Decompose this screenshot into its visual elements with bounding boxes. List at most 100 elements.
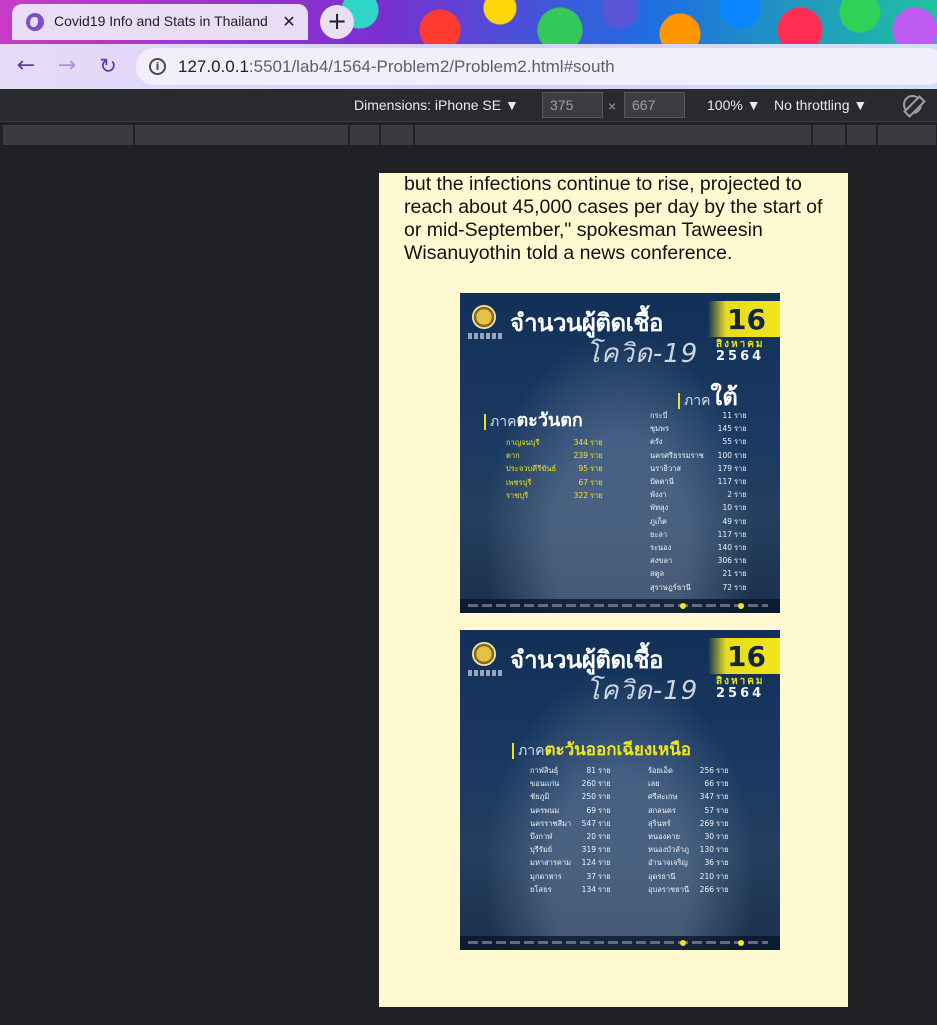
- media-query-bar[interactable]: [381, 125, 414, 145]
- province-name: มุกดาหาร: [530, 871, 562, 881]
- province-row: สุรินทร์ 269 ราย: [648, 817, 736, 830]
- northeast-province-list-1: กาฬสินธุ์ 81 ราย ขอนแก่น 260 ราย ชัยภูมิ 250 ราย…: [530, 764, 618, 896]
- province-row: บึงกาฬ 20 ราย: [530, 830, 618, 843]
- dimension-times-sign: ×: [608, 98, 617, 114]
- case-count: 55: [722, 437, 732, 447]
- region-name: ตะวันออกเฉียงเหนือ: [544, 740, 692, 760]
- province-row: มหาสารคาม 124 ราย: [530, 856, 618, 869]
- province-row: ประจวบคีรีขันธ์ 95 ราย: [506, 462, 604, 475]
- province-name: บุรีรัมย์: [530, 845, 553, 855]
- case-count: 11: [722, 411, 732, 420]
- media-query-bar[interactable]: [847, 125, 877, 145]
- case-count: 319: [581, 845, 596, 855]
- case-unit: ราย: [598, 858, 611, 868]
- case-unit: ราย: [716, 779, 729, 789]
- media-query-bar[interactable]: [3, 125, 134, 145]
- throttling-dropdown[interactable]: No throttling ▼: [774, 97, 867, 113]
- case-unit: ราย: [716, 871, 729, 881]
- device-dimensions-dropdown[interactable]: Dimensions: iPhone SE ▼: [354, 97, 519, 113]
- media-query-ruler: [0, 123, 937, 147]
- province-row: หนองบัวลำภู 130 ราย: [648, 843, 736, 856]
- new-tab-button[interactable]: +: [320, 5, 354, 39]
- case-count: 250: [581, 792, 596, 802]
- province-name: เลย: [648, 779, 660, 789]
- province-name: ขอนแก่น: [530, 779, 560, 789]
- case-count: 322: [573, 490, 588, 500]
- date-badge: 16: [708, 301, 780, 337]
- date-year: 2564: [716, 686, 765, 701]
- province-row: ยโสธร 134 ราย: [530, 883, 618, 896]
- province-row: มุกดาหาร 37 ราย: [530, 870, 618, 883]
- media-query-bar[interactable]: [415, 125, 812, 145]
- case-unit: ราย: [734, 450, 747, 460]
- reload-icon[interactable]: ↻: [94, 53, 122, 81]
- case-count: 117: [717, 477, 732, 487]
- device-height-input[interactable]: 667: [624, 92, 685, 118]
- case-unit: ราย: [598, 805, 611, 815]
- media-query-bar[interactable]: [878, 125, 937, 145]
- case-unit: ราย: [734, 411, 747, 420]
- media-query-bar[interactable]: [813, 125, 846, 145]
- province-name: สุรินทร์: [648, 818, 671, 828]
- rotate-icon[interactable]: [903, 95, 922, 114]
- case-unit: ราย: [590, 438, 603, 447]
- case-unit: ราย: [734, 556, 747, 566]
- case-count: 179: [717, 463, 732, 473]
- address-bar[interactable]: i 127.0.0.1:5501/lab4/1564-Problem2/Prob…: [136, 48, 937, 85]
- close-tab-icon[interactable]: ✕: [278, 11, 300, 33]
- province-name: อุบลราชธานี: [648, 884, 690, 894]
- browser-tab-active[interactable]: Covid19 Info and Stats in Thailand ✕: [12, 4, 308, 40]
- case-unit: ราย: [590, 490, 603, 500]
- region-prefix: ภาค: [678, 393, 711, 409]
- case-count: 81: [586, 766, 596, 775]
- infographic-subtitle: โควิด-19: [586, 676, 699, 706]
- province-name: ตรัง: [650, 437, 663, 447]
- province-name: อุดรธานี: [648, 871, 676, 881]
- ministry-seal-icon: [472, 305, 496, 329]
- url-text[interactable]: 127.0.0.1:5501/lab4/1564-Problem2/Proble…: [178, 57, 615, 77]
- case-unit: ราย: [598, 871, 611, 881]
- case-count: 30: [704, 832, 714, 842]
- province-name: กาญจนบุรี: [506, 438, 540, 447]
- province-name: ชุมพร: [650, 424, 670, 434]
- date-day: 16: [727, 640, 766, 673]
- province-row: อำนาจเจริญ 36 ราย: [648, 856, 736, 869]
- province-name: ร้อยเอ็ด: [648, 766, 673, 775]
- province-name: สุราษฎร์ธานี: [650, 582, 691, 592]
- browser-tab-strip: Covid19 Info and Stats in Thailand ✕ +: [0, 0, 937, 44]
- device-viewport: but the infections continue to rise, pro…: [379, 173, 848, 1007]
- forward-arrow-icon[interactable]: →: [53, 53, 81, 81]
- media-query-bar[interactable]: [350, 125, 380, 145]
- region-heading-northeast: ภาคตะวันออกเฉียงเหนือ: [512, 736, 691, 763]
- case-unit: ราย: [598, 818, 611, 828]
- case-count: 117: [717, 529, 732, 539]
- ministry-seal-icon: [472, 642, 496, 666]
- province-name: หนองบัวลำภู: [648, 845, 689, 855]
- zoom-dropdown[interactable]: 100% ▼: [707, 97, 761, 113]
- device-width-input[interactable]: 375: [542, 92, 603, 118]
- globe-favicon-icon: [26, 13, 44, 31]
- tab-title: Covid19 Info and Stats in Thailand: [54, 13, 268, 29]
- northeast-province-list-2: ร้อยเอ็ด 256 ราย เลย 66 ราย ศรีสะเกษ 347 ราย สกลน…: [648, 764, 736, 896]
- footer-dot-icon: [680, 940, 686, 946]
- case-count: 269: [699, 818, 714, 828]
- province-name: สตูล: [650, 569, 665, 579]
- case-unit: ราย: [734, 463, 747, 473]
- west-province-list: กาญจนบุรี 344 ราย ตาก 239 ราย ประจวบคีรีขันธ์ 9…: [506, 436, 604, 502]
- province-name: นราธิวาส: [650, 463, 681, 473]
- province-name: นครราชสีมา: [530, 818, 572, 828]
- province-row: เลย 66 ราย: [648, 777, 736, 790]
- province-row: พังงา 2 ราย: [650, 488, 748, 501]
- case-unit: ราย: [716, 792, 729, 802]
- case-unit: ราย: [598, 766, 611, 775]
- province-row: ศรีสะเกษ 347 ราย: [648, 790, 736, 803]
- case-unit: ราย: [598, 884, 611, 894]
- province-row: ตาก 239 ราย: [506, 449, 604, 462]
- case-count: 100: [717, 450, 732, 460]
- back-arrow-icon[interactable]: ←: [12, 53, 40, 81]
- media-query-bar[interactable]: [135, 125, 349, 145]
- site-info-icon[interactable]: i: [149, 58, 166, 75]
- infographic-footer: [460, 599, 780, 613]
- province-name: อำนาจเจริญ: [648, 858, 688, 868]
- province-name: บึงกาฬ: [530, 832, 553, 842]
